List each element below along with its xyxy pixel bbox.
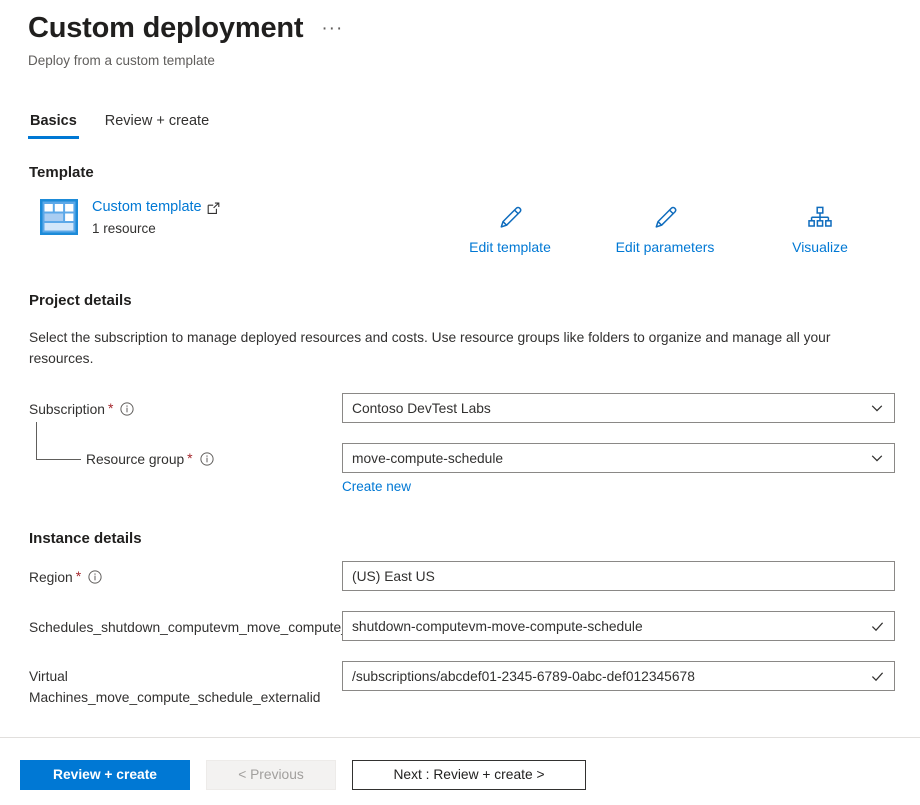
page-subtitle: Deploy from a custom template — [28, 52, 888, 70]
info-icon[interactable] — [88, 569, 102, 590]
project-details-description: Select the subscription to manage deploy… — [29, 327, 859, 369]
review-create-button[interactable]: Review + create — [20, 760, 190, 790]
region-row: Region * (US) East US — [29, 561, 895, 591]
external-link-icon — [207, 202, 220, 215]
resource-group-select[interactable]: move-compute-schedule — [342, 443, 895, 473]
schedules-name-value: shutdown-computevm-move-compute-schedule — [352, 617, 864, 636]
tab-review-create[interactable]: Review + create — [103, 112, 211, 139]
template-actions: Edit template Edit parameters Visualize — [440, 203, 890, 257]
resource-group-control: move-compute-schedule Create new — [342, 443, 895, 496]
schedules-name-input[interactable]: shutdown-computevm-move-compute-schedule — [342, 611, 895, 641]
required-asterisk: * — [108, 399, 113, 418]
tab-basics[interactable]: Basics — [28, 112, 79, 139]
footer-actions: Review + create < Previous Next : Review… — [20, 760, 586, 790]
create-new-link[interactable]: Create new — [342, 478, 411, 496]
hierarchy-icon — [807, 203, 833, 233]
chevron-down-icon — [868, 401, 886, 415]
template-resource-count: 1 resource — [92, 220, 220, 238]
pencil-icon — [652, 203, 678, 233]
region-label: Region — [29, 567, 73, 588]
virtual-machines-control: /subscriptions/abcdef01-2345-6789-0abc-d… — [342, 661, 895, 691]
custom-template-link[interactable]: Custom template — [92, 198, 202, 217]
subscription-control: Contoso DevTest Labs — [342, 393, 895, 423]
region-input[interactable]: (US) East US — [342, 561, 895, 591]
template-section-heading: Template — [29, 163, 94, 183]
more-options-icon[interactable]: ··· — [321, 19, 343, 48]
schedules-name-label-group: Schedules_shutdown_computevm_move_comput… — [29, 611, 342, 638]
required-asterisk: * — [76, 567, 81, 586]
footer-divider — [0, 737, 920, 738]
visualize-button[interactable]: Visualize — [750, 203, 890, 257]
template-grid-icon — [38, 196, 80, 238]
next-review-create-button[interactable]: Next : Review + create > — [352, 760, 586, 790]
edit-parameters-label: Edit parameters — [616, 238, 715, 257]
subscription-select[interactable]: Contoso DevTest Labs — [342, 393, 895, 423]
subscription-label: Subscription — [29, 399, 105, 420]
edit-parameters-button[interactable]: Edit parameters — [595, 203, 735, 257]
info-icon[interactable] — [120, 401, 134, 422]
page-header: Custom deployment ··· Deploy from a cust… — [28, 8, 888, 70]
instance-details-heading: Instance details — [29, 529, 142, 549]
region-label-group: Region * — [29, 561, 342, 590]
chevron-down-icon — [868, 451, 886, 465]
subscription-value: Contoso DevTest Labs — [352, 399, 864, 418]
page-title: Custom deployment — [28, 8, 303, 48]
template-text: Custom template 1 resource — [92, 196, 220, 238]
schedules-name-control: shutdown-computevm-move-compute-schedule — [342, 611, 895, 641]
check-icon — [868, 669, 886, 684]
project-details-heading: Project details — [29, 291, 132, 311]
title-row: Custom deployment ··· — [28, 8, 888, 48]
check-icon — [868, 619, 886, 634]
visualize-label: Visualize — [792, 238, 848, 257]
virtual-machines-label: Virtual Machines_move_compute_schedule_e… — [29, 666, 342, 708]
resource-group-row: Resource group * move-compute-schedule C… — [29, 443, 895, 496]
pencil-icon — [497, 203, 523, 233]
resource-group-label: Resource group — [86, 449, 184, 470]
resource-group-label-group: Resource group * — [29, 443, 342, 472]
required-asterisk: * — [187, 449, 192, 468]
virtual-machines-input[interactable]: /subscriptions/abcdef01-2345-6789-0abc-d… — [342, 661, 895, 691]
edit-template-label: Edit template — [469, 238, 551, 257]
virtual-machines-value: /subscriptions/abcdef01-2345-6789-0abc-d… — [352, 667, 864, 686]
tab-bar: Basics Review + create — [28, 112, 211, 139]
info-icon[interactable] — [200, 451, 214, 472]
edit-template-button[interactable]: Edit template — [440, 203, 580, 257]
template-summary: Custom template 1 resource — [38, 196, 220, 238]
subscription-label-group: Subscription * — [29, 393, 342, 422]
virtual-machines-label-group: Virtual Machines_move_compute_schedule_e… — [29, 661, 342, 708]
resource-group-value: move-compute-schedule — [352, 449, 864, 468]
virtual-machines-externalid-row: Virtual Machines_move_compute_schedule_e… — [29, 661, 895, 708]
template-link-row[interactable]: Custom template — [92, 198, 220, 217]
subscription-row: Subscription * Contoso DevTest Labs — [29, 393, 895, 423]
schedules-name-row: Schedules_shutdown_computevm_move_comput… — [29, 611, 895, 641]
previous-button[interactable]: < Previous — [206, 760, 336, 790]
schedules-name-label: Schedules_shutdown_computevm_move_comput… — [29, 617, 342, 638]
region-value: (US) East US — [352, 567, 886, 586]
region-control: (US) East US — [342, 561, 895, 591]
